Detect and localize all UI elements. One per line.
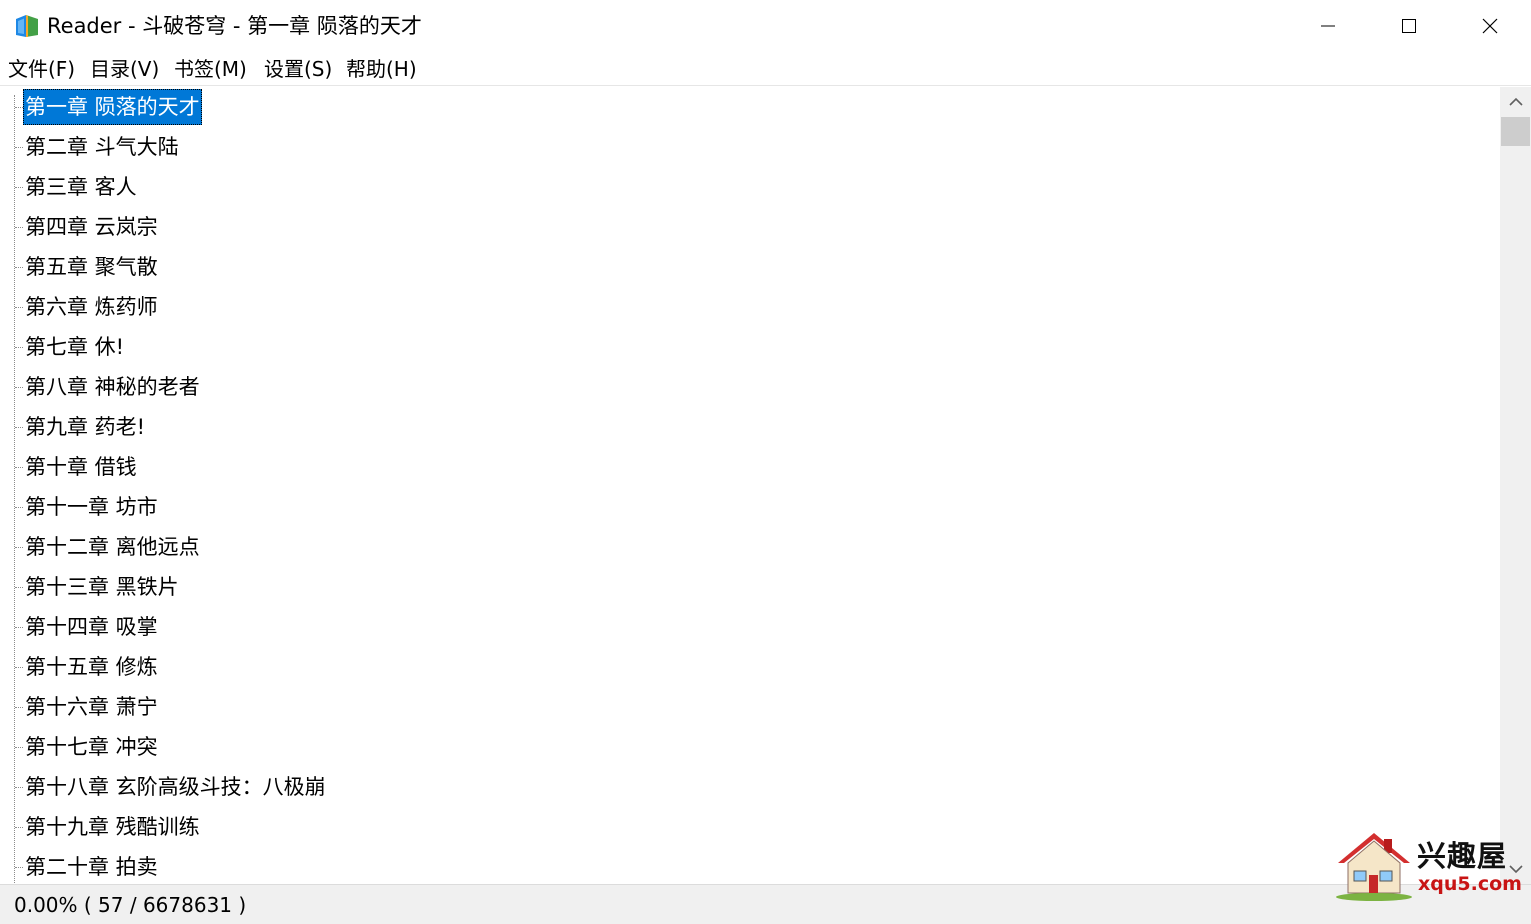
chapter-item[interactable]: 第十二章 离他远点 (0, 527, 1500, 567)
chapter-label: 第十六章 萧宁 (25, 695, 158, 719)
tree-connector (15, 387, 23, 388)
menu-settings[interactable]: 设置(S) (263, 55, 333, 83)
chapter-item[interactable]: 第十七章 冲突 (0, 727, 1500, 767)
menu-bookmarks[interactable]: 书签(M) (173, 55, 248, 83)
tree-connector (15, 667, 23, 668)
chapter-label: 第一章 陨落的天才 (23, 89, 202, 125)
tree-connector (15, 107, 23, 108)
maximize-button[interactable] (1369, 0, 1449, 52)
chapter-label: 第六章 炼药师 (25, 295, 158, 319)
reading-progress: 0.00% ( 57 / 6678631 ) (14, 893, 247, 917)
scroll-up-button[interactable] (1500, 87, 1531, 117)
chapter-label: 第十四章 吸掌 (25, 615, 158, 639)
status-bar: 0.00% ( 57 / 6678631 ) (0, 884, 1531, 924)
chapter-label: 第十二章 离他远点 (25, 535, 200, 559)
tree-connector (15, 187, 23, 188)
chapter-label: 第四章 云岚宗 (25, 215, 158, 239)
chapter-item[interactable]: 第二章 斗气大陆 (0, 127, 1500, 167)
watermark-url: xqu5.com (1418, 873, 1522, 895)
chapter-label: 第二十章 拍卖 (25, 855, 158, 879)
close-icon (1482, 18, 1498, 34)
chapter-item[interactable]: 第八章 神秘的老者 (0, 367, 1500, 407)
chapter-item[interactable]: 第六章 炼药师 (0, 287, 1500, 327)
tree-connector (15, 147, 23, 148)
chapter-item[interactable]: 第九章 药老! (0, 407, 1500, 447)
book-icon (14, 13, 40, 39)
title-bar[interactable]: Reader - 斗破苍穹 - 第一章 陨落的天才 (0, 0, 1531, 52)
chapter-item[interactable]: 第十一章 坊市 (0, 487, 1500, 527)
maximize-icon (1402, 19, 1416, 33)
menu-file[interactable]: 文件(F) (7, 55, 76, 83)
tree-connector (15, 627, 23, 628)
chapter-item[interactable]: 第五章 聚气散 (0, 247, 1500, 287)
tree-connector (15, 507, 23, 508)
chapter-label: 第三章 客人 (25, 175, 137, 199)
chapter-item[interactable]: 第四章 云岚宗 (0, 207, 1500, 247)
vertical-scrollbar[interactable] (1500, 87, 1531, 884)
tree-connector (15, 467, 23, 468)
menu-contents[interactable]: 目录(V) (89, 55, 160, 83)
chapter-item[interactable]: 第三章 客人 (0, 167, 1500, 207)
close-button[interactable] (1450, 0, 1530, 52)
chapter-item[interactable]: 第十八章 玄阶高级斗技：八极崩 (0, 767, 1500, 807)
chapter-label: 第八章 神秘的老者 (25, 375, 200, 399)
chapter-label: 第十三章 黑铁片 (25, 575, 179, 599)
chapter-label: 第十七章 冲突 (25, 735, 158, 759)
watermark-name: 兴趣屋 (1417, 839, 1508, 873)
chapter-label: 第七章 休! (25, 335, 125, 359)
scrollbar-thumb[interactable] (1501, 117, 1530, 146)
minimize-button[interactable] (1288, 0, 1368, 52)
chapter-item[interactable]: 第七章 休! (0, 327, 1500, 367)
tree-connector (15, 747, 23, 748)
tree-connector (15, 787, 23, 788)
chapter-item[interactable]: 第十五章 修炼 (0, 647, 1500, 687)
house-logo-icon (1336, 833, 1412, 901)
chapter-label: 第十五章 修炼 (25, 655, 158, 679)
tree-connector (15, 867, 23, 868)
chapter-item[interactable]: 第十九章 残酷训练 (0, 807, 1500, 847)
watermark: 兴趣屋 xqu5.com (1330, 825, 1525, 905)
tree-connector (15, 587, 23, 588)
chapter-item[interactable]: 第十三章 黑铁片 (0, 567, 1500, 607)
minimize-icon (1321, 25, 1335, 27)
tree-connector (15, 707, 23, 708)
menu-help[interactable]: 帮助(H) (345, 55, 418, 83)
tree-connector (15, 347, 23, 348)
chapter-label: 第五章 聚气散 (25, 255, 158, 279)
chapter-label: 第十九章 残酷训练 (25, 815, 200, 839)
chapter-tree[interactable]: 第一章 陨落的天才第二章 斗气大陆 第三章 客人 第四章 云岚宗 第五章 聚气散 第六章… (0, 87, 1500, 884)
tree-connector (15, 267, 23, 268)
chapter-item[interactable]: 第十六章 萧宁 (0, 687, 1500, 727)
chevron-up-icon (1508, 97, 1523, 106)
chapter-label: 第九章 药老! (25, 415, 146, 439)
chapter-label: 第十章 借钱 (25, 455, 137, 479)
chapter-item[interactable]: 第一章 陨落的天才 (0, 87, 1500, 127)
window-title: Reader - 斗破苍穹 - 第一章 陨落的天才 (47, 14, 422, 38)
tree-connector (15, 547, 23, 548)
chapter-item[interactable]: 第二十章 拍卖 (0, 847, 1500, 884)
menu-bar: 文件(F) 目录(V) 书签(M) 设置(S) 帮助(H) (0, 52, 1531, 86)
chapter-item[interactable]: 第十四章 吸掌 (0, 607, 1500, 647)
chapter-label: 第二章 斗气大陆 (25, 135, 179, 159)
tree-connector (15, 427, 23, 428)
tree-connector (15, 827, 23, 828)
tree-connector (15, 227, 23, 228)
chapter-item[interactable]: 第十章 借钱 (0, 447, 1500, 487)
chapter-label: 第十一章 坊市 (25, 495, 158, 519)
chapter-label: 第十八章 玄阶高级斗技：八极崩 (25, 775, 326, 799)
tree-connector (15, 307, 23, 308)
